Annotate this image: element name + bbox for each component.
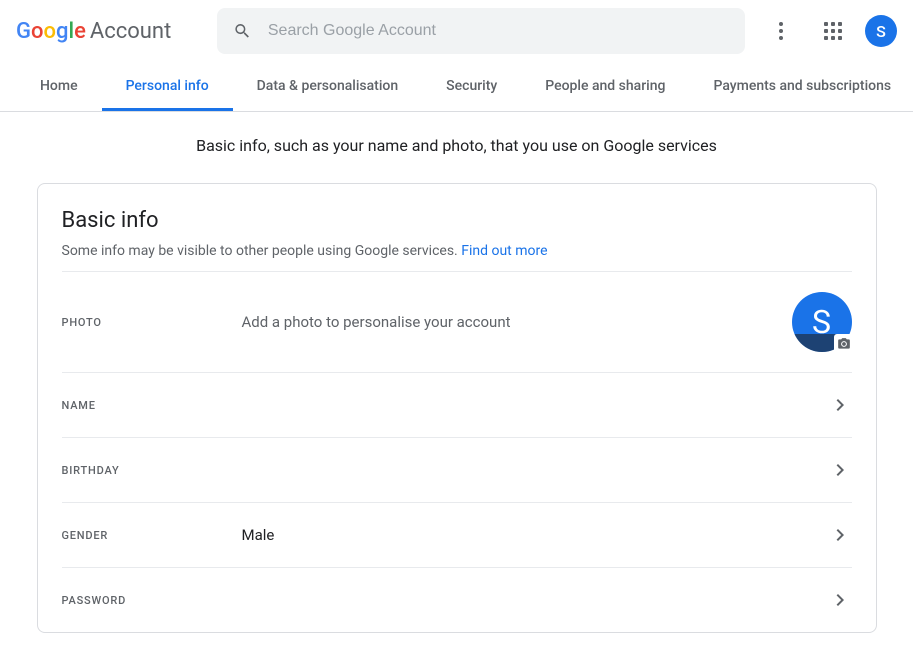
tab-payments-subscriptions[interactable]: Payments and subscriptions (689, 62, 913, 111)
header-actions: S (761, 11, 897, 51)
page-subtitle: Basic info, such as your name and photo,… (36, 136, 877, 155)
row-birthday[interactable]: BIRTHDAY (62, 437, 852, 502)
search-input[interactable] (268, 22, 729, 40)
camera-icon (834, 334, 854, 354)
row-gender[interactable]: GENDER Male (62, 502, 852, 567)
tab-people-sharing[interactable]: People and sharing (521, 62, 689, 111)
search-bar[interactable] (217, 8, 745, 54)
card-desc-text: Some info may be visible to other people… (62, 243, 462, 259)
chevron-right-icon (828, 458, 852, 482)
tab-home[interactable]: Home (16, 62, 102, 111)
tab-data-personalisation[interactable]: Data & personalisation (233, 62, 423, 111)
row-label-photo: PHOTO (62, 316, 242, 329)
row-label-birthday: BIRTHDAY (62, 464, 242, 477)
row-value-gender: Male (242, 526, 828, 544)
row-label-name: NAME (62, 399, 242, 412)
apps-button[interactable] (813, 11, 853, 51)
find-out-more-link[interactable]: Find out more (461, 243, 547, 259)
content: Basic info, such as your name and photo,… (0, 112, 913, 657)
card-title: Basic info (62, 208, 852, 233)
chevron-right-icon (828, 393, 852, 417)
row-password[interactable]: PASSWORD (62, 567, 852, 632)
google-logo: Google (16, 19, 86, 44)
logo-section[interactable]: Google Account (16, 19, 171, 44)
row-name[interactable]: NAME (62, 372, 852, 437)
more-options-button[interactable] (761, 11, 801, 51)
card-desc: Some info may be visible to other people… (62, 243, 852, 259)
account-avatar[interactable]: S (865, 15, 897, 47)
profile-avatar-letter: S (812, 303, 831, 341)
tabs: Home Personal info Data & personalisatio… (0, 62, 913, 112)
product-name: Account (90, 19, 171, 44)
search-icon (233, 21, 252, 41)
tab-personal-info[interactable]: Personal info (102, 62, 233, 111)
header: Google Account S (0, 0, 913, 62)
more-vert-icon (779, 22, 783, 40)
chevron-right-icon (828, 523, 852, 547)
row-label-password: PASSWORD (62, 594, 242, 607)
apps-grid-icon (824, 22, 842, 40)
tab-security[interactable]: Security (422, 62, 521, 111)
row-label-gender: GENDER (62, 529, 242, 542)
chevron-right-icon (828, 588, 852, 612)
row-photo[interactable]: PHOTO Add a photo to personalise your ac… (62, 271, 852, 372)
basic-info-card: Basic info Some info may be visible to o… (37, 183, 877, 633)
row-desc-photo: Add a photo to personalise your account (242, 313, 792, 331)
profile-photo[interactable]: S (792, 292, 852, 352)
